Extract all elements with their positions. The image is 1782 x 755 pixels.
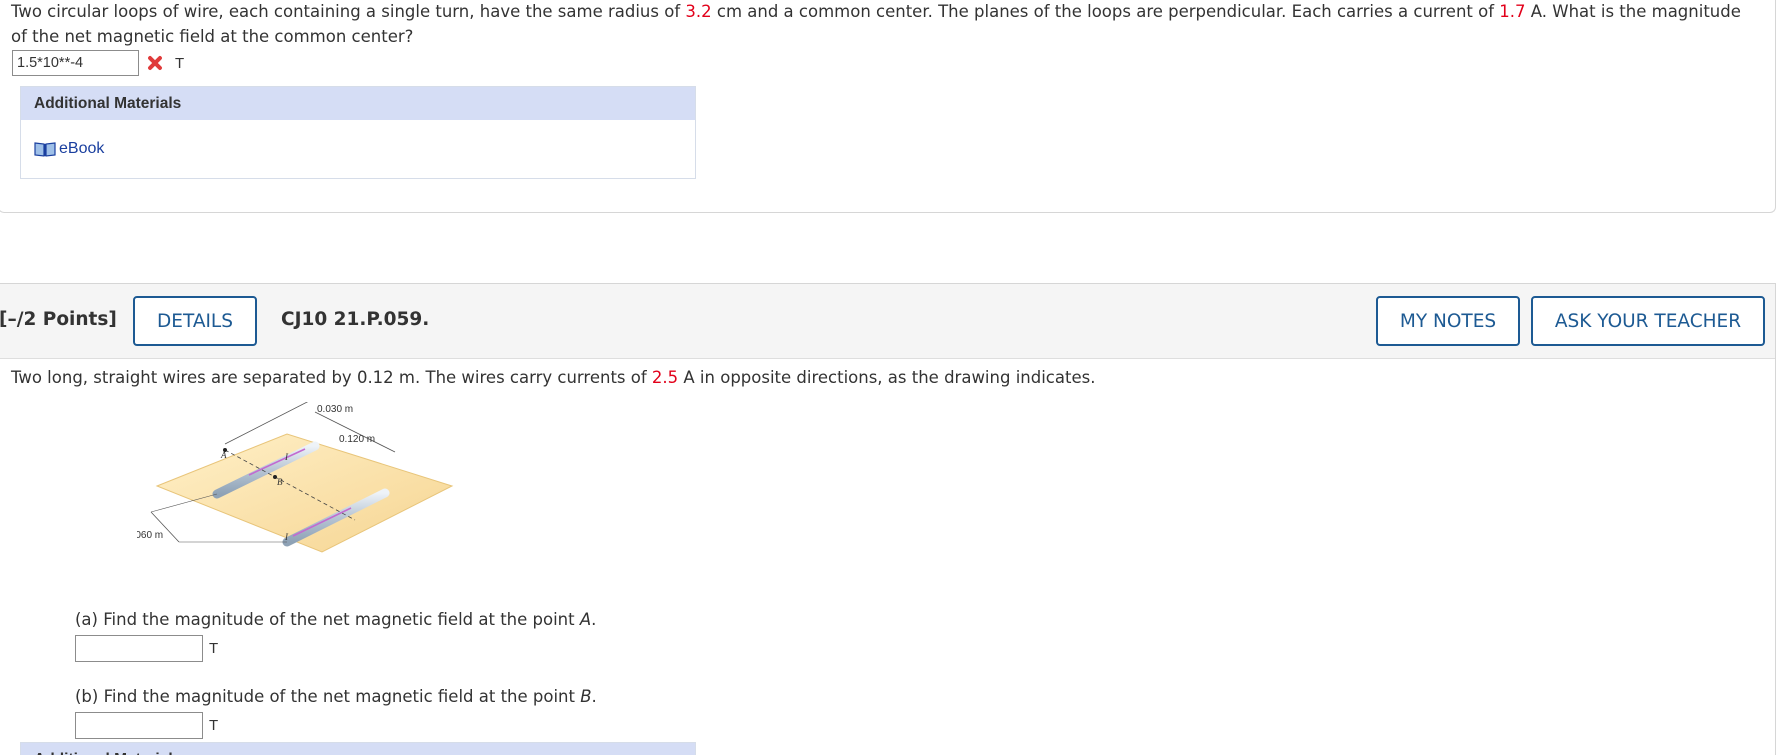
incorrect-x-icon — [145, 53, 165, 73]
wires-diagram: 0.030 m 0.120 m 0.060 m A B I I — [137, 402, 454, 553]
q1-radius-value: 3.2 — [685, 2, 712, 21]
part-b-answer-row: T — [75, 712, 218, 739]
part-b-prefix: (b) Find the magnitude of the net magnet… — [75, 687, 581, 706]
part-a-prefix: (a) Find the magnitude of the net magnet… — [75, 610, 580, 629]
part-b-point: B — [580, 687, 592, 706]
part-a-question: (a) Find the magnitude of the net magnet… — [75, 610, 596, 629]
part-a-point: A — [579, 610, 592, 629]
label-point-a: A — [220, 450, 227, 460]
ebook-link[interactable]: eBook — [34, 140, 104, 158]
q2-additional-materials: Additional Materials — [20, 742, 696, 755]
part-b-unit: T — [209, 717, 219, 734]
q1-unit-label: T — [175, 54, 185, 72]
q1-answer-value: 1.5*10**-4 — [17, 55, 84, 71]
q2-text-part-2: A in opposite directions, as the drawing… — [678, 368, 1096, 387]
question-code: CJ10 21.P.059. — [281, 309, 430, 330]
part-a-answer-field[interactable] — [75, 635, 203, 662]
question-1-text: Two circular loops of wire, each contain… — [11, 0, 1761, 49]
question-2-header: [–/2 Points] DETAILS CJ10 21.P.059. MY N… — [0, 284, 1775, 359]
q2-text-part-1: Two long, straight wires are separated b… — [11, 368, 652, 387]
details-button[interactable]: DETAILS — [133, 296, 257, 346]
part-b-question: (b) Find the magnitude of the net magnet… — [75, 687, 597, 706]
additional-materials-heading: Additional Materials — [21, 87, 695, 120]
label-point-b: B — [277, 477, 283, 487]
dimension-line-top — [224, 402, 309, 445]
q2-current-value: 2.5 — [651, 368, 679, 387]
part-a-unit: T — [209, 640, 219, 657]
dimension-line-sep — [314, 411, 396, 453]
question-2-panel: [–/2 Points] DETAILS CJ10 21.P.059. MY N… — [0, 283, 1776, 755]
part-a-answer-row: T — [75, 635, 218, 662]
my-notes-button[interactable]: MY NOTES — [1376, 296, 1520, 346]
q1-current-value: 1.7 — [1499, 2, 1526, 21]
points-label: [–/2 Points] — [0, 309, 117, 330]
ask-your-teacher-button[interactable]: ASK YOUR TEACHER — [1531, 296, 1765, 346]
part-b-suffix: . — [591, 687, 597, 706]
ebook-link-label: eBook — [59, 140, 105, 157]
question-1-panel: Two circular loops of wire, each contain… — [0, 0, 1776, 213]
q1-text-part-2: cm and a common center. The planes of th… — [711, 2, 1500, 21]
q2-additional-materials-heading: Additional Materials — [21, 743, 695, 755]
part-b-answer-field[interactable] — [75, 712, 203, 739]
question-2-text: Two long, straight wires are separated b… — [11, 365, 1095, 390]
label-0-030: 0.030 m — [317, 404, 353, 415]
q1-answer-row: 1.5*10**-4 T — [12, 50, 184, 76]
label-0-120: 0.120 m — [339, 434, 375, 445]
part-a-suffix: . — [591, 610, 597, 629]
q1-additional-materials: Additional Materials eBook — [20, 86, 696, 179]
q1-text-part-1: Two circular loops of wire, each contain… — [11, 2, 686, 21]
book-icon — [34, 142, 56, 157]
additional-materials-body: eBook — [21, 120, 695, 178]
label-0-060: 0.060 m — [137, 530, 163, 541]
q1-answer-field[interactable]: 1.5*10**-4 — [12, 50, 139, 76]
